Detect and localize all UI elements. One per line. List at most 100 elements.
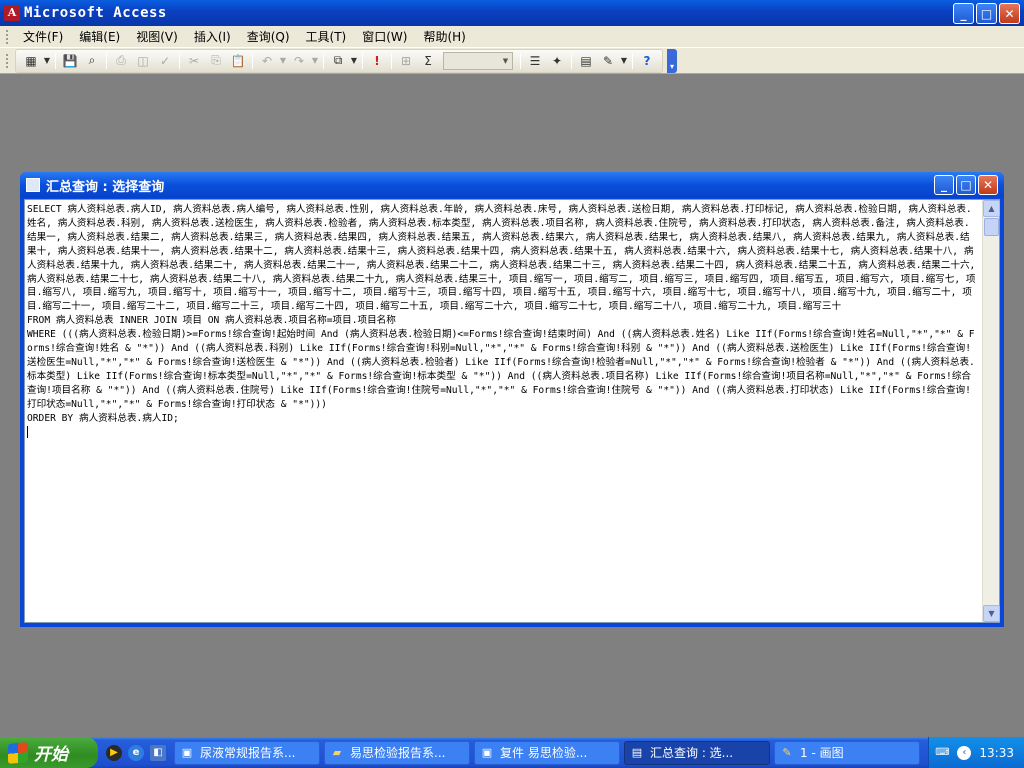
query-maximize-button[interactable]: □: [956, 175, 976, 195]
sql-text[interactable]: SELECT 病人资料总表.病人ID, 病人资料总表.病人编号, 病人资料总表.…: [27, 203, 979, 620]
toolbar: ▦ ▼ 💾 ⌕ ⎙ ◫ ✓ ✂ ⎘ 📋 ↶ ▼ ↷ ▼ ⧉ ▼ ! ⊞ Σ ▼ …: [0, 48, 1024, 74]
toolbar-separator: [632, 52, 633, 69]
toolbar-options-icon[interactable]: ▾: [667, 48, 677, 73]
properties-icon[interactable]: ☰: [524, 51, 546, 71]
task-label: 复件 易思检验...: [500, 746, 588, 760]
build-icon[interactable]: ✦: [546, 51, 568, 71]
help-icon[interactable]: ?: [636, 51, 658, 71]
menu-window[interactable]: 窗口(W): [354, 26, 415, 47]
sql-from-clause: FROM 病人资料总表 INNER JOIN 项目 ON 病人资料总表.项目名称…: [27, 315, 396, 327]
sql-editor[interactable]: SELECT 病人资料总表.病人ID, 病人资料总表.病人编号, 病人资料总表.…: [24, 199, 1000, 623]
search-icon[interactable]: ⌕: [81, 51, 103, 71]
scroll-thumb[interactable]: [984, 218, 999, 236]
query-window-icon[interactable]: [26, 178, 40, 192]
folder-icon: ▰: [332, 746, 342, 759]
app-title: Microsoft Access: [24, 5, 167, 21]
redo-icon[interactable]: ↷: [288, 51, 310, 71]
task-paint[interactable]: ✎ 1 - 画图: [774, 740, 920, 765]
task-urine-report[interactable]: ▣ 尿液常规报告系...: [174, 740, 320, 765]
task-summary-query[interactable]: ▤ 汇总查询 : 选...: [624, 740, 770, 765]
toolbar-separator: [520, 52, 521, 69]
query-window-controls: _ □ ✕: [934, 175, 998, 195]
database-window-icon[interactable]: ▤: [575, 51, 597, 71]
query-window-icon: ▤: [631, 746, 643, 759]
tray-expand-icon[interactable]: ‹: [957, 745, 972, 760]
undo-icon[interactable]: ↶: [256, 51, 278, 71]
toolbar-separator: [362, 52, 363, 69]
redo-dropdown-icon[interactable]: ▼: [310, 51, 320, 71]
menu-help[interactable]: 帮助(H): [415, 26, 473, 47]
app-window-icon: ▣: [481, 746, 493, 759]
app-window-icon: ▣: [181, 746, 193, 759]
run-icon[interactable]: !: [366, 51, 388, 71]
cut-icon[interactable]: ✂: [183, 51, 205, 71]
show-table-icon[interactable]: ⊞: [395, 51, 417, 71]
menu-insert[interactable]: 插入(I): [186, 26, 239, 47]
chevron-down-icon[interactable]: ▼: [499, 53, 512, 69]
paint-icon: ✎: [782, 746, 792, 759]
sql-where-clause: WHERE (((病人资料总表.检验日期)>=Forms!综合查询!起始时间 A…: [27, 329, 975, 410]
menu-query[interactable]: 查询(Q): [239, 26, 298, 47]
minimize-button[interactable]: _: [953, 3, 974, 24]
toolbar-grip[interactable]: [6, 53, 9, 68]
access-icon[interactable]: A: [4, 5, 20, 21]
new-object-icon[interactable]: ✎: [597, 51, 619, 71]
vertical-scrollbar[interactable]: ▲ ▼: [982, 200, 1000, 622]
toolbar-separator: [571, 52, 572, 69]
task-copy-report[interactable]: ▣ 复件 易思检验...: [474, 740, 620, 765]
app-titlebar[interactable]: A Microsoft Access _ □ ✕: [0, 0, 1024, 26]
start-button[interactable]: 开始: [0, 737, 98, 768]
task-label: 汇总查询 : 选...: [650, 746, 734, 760]
view-icon[interactable]: ▦: [20, 51, 42, 71]
task-label: 尿液常规报告系...: [200, 746, 296, 760]
query-design-toolbar: ▦ ▼ 💾 ⌕ ⎙ ◫ ✓ ✂ ⎘ 📋 ↶ ▼ ↷ ▼ ⧉ ▼ ! ⊞ Σ ▼ …: [15, 48, 663, 73]
clock[interactable]: 13:33: [979, 746, 1014, 760]
app-window-controls: _ □ ✕: [953, 3, 1020, 24]
query-window[interactable]: 汇总查询 : 选择查询 _ □ ✕ SELECT 病人资料总表.病人ID, 病人…: [20, 172, 1004, 627]
task-label: 易思检验报告系...: [350, 746, 446, 760]
new-object-dropdown-icon[interactable]: ▼: [619, 51, 629, 71]
menubar: 文件(F) 编辑(E) 视图(V) 插入(I) 查询(Q) 工具(T) 窗口(W…: [0, 26, 1024, 48]
keyboard-icon[interactable]: ⌨: [935, 746, 949, 760]
paste-icon[interactable]: 📋: [227, 51, 249, 71]
quick-launch: ▶ e ◧: [106, 744, 166, 761]
menu-edit[interactable]: 编辑(E): [71, 26, 128, 47]
query-type-icon[interactable]: ⧉: [327, 51, 349, 71]
spelling-icon[interactable]: ✓: [154, 51, 176, 71]
menubar-grip[interactable]: [6, 29, 9, 44]
query-minimize-button[interactable]: _: [934, 175, 954, 195]
menu-file[interactable]: 文件(F): [15, 26, 71, 47]
scroll-up-icon[interactable]: ▲: [983, 200, 1000, 217]
menu-view[interactable]: 视图(V): [128, 26, 186, 47]
totals-icon[interactable]: Σ: [417, 51, 439, 71]
undo-dropdown-icon[interactable]: ▼: [278, 51, 288, 71]
scroll-down-icon[interactable]: ▼: [983, 605, 1000, 622]
media-player-icon[interactable]: ▶: [106, 744, 122, 761]
internet-explorer-icon[interactable]: e: [128, 744, 144, 761]
toolbar-separator: [391, 52, 392, 69]
start-label: 开始: [34, 745, 68, 765]
show-desktop-icon[interactable]: ◧: [150, 744, 166, 761]
sql-orderby-clause: ORDER BY 病人资料总表.病人ID;: [27, 412, 179, 424]
task-folder[interactable]: ▰ 易思检验报告系...: [324, 740, 470, 765]
print-icon[interactable]: ⎙: [110, 51, 132, 71]
top-values-combo[interactable]: ▼: [443, 51, 513, 70]
taskbar: 开始 ▶ e ◧ ▣ 尿液常规报告系... ▰ 易思检验报告系... ▣ 复件 …: [0, 737, 1024, 768]
copy-icon[interactable]: ⎘: [205, 51, 227, 71]
restore-button[interactable]: □: [976, 3, 997, 24]
menu-tools[interactable]: 工具(T): [298, 26, 355, 47]
save-icon[interactable]: 💾: [59, 51, 81, 71]
close-button[interactable]: ✕: [999, 3, 1020, 24]
query-window-titlebar[interactable]: 汇总查询 : 选择查询 _ □ ✕: [20, 172, 1004, 198]
toolbar-separator: [252, 52, 253, 69]
print-preview-icon[interactable]: ◫: [132, 51, 154, 71]
query-window-title: 汇总查询 : 选择查询: [46, 179, 165, 195]
query-type-dropdown-icon[interactable]: ▼: [349, 51, 359, 71]
toolbar-separator: [323, 52, 324, 69]
text-caret: [27, 425, 28, 438]
toolbar-separator: [55, 52, 56, 69]
toolbar-separator: [106, 52, 107, 69]
query-close-button[interactable]: ✕: [978, 175, 998, 195]
toolbar-separator: [179, 52, 180, 69]
view-dropdown-icon[interactable]: ▼: [42, 51, 52, 71]
